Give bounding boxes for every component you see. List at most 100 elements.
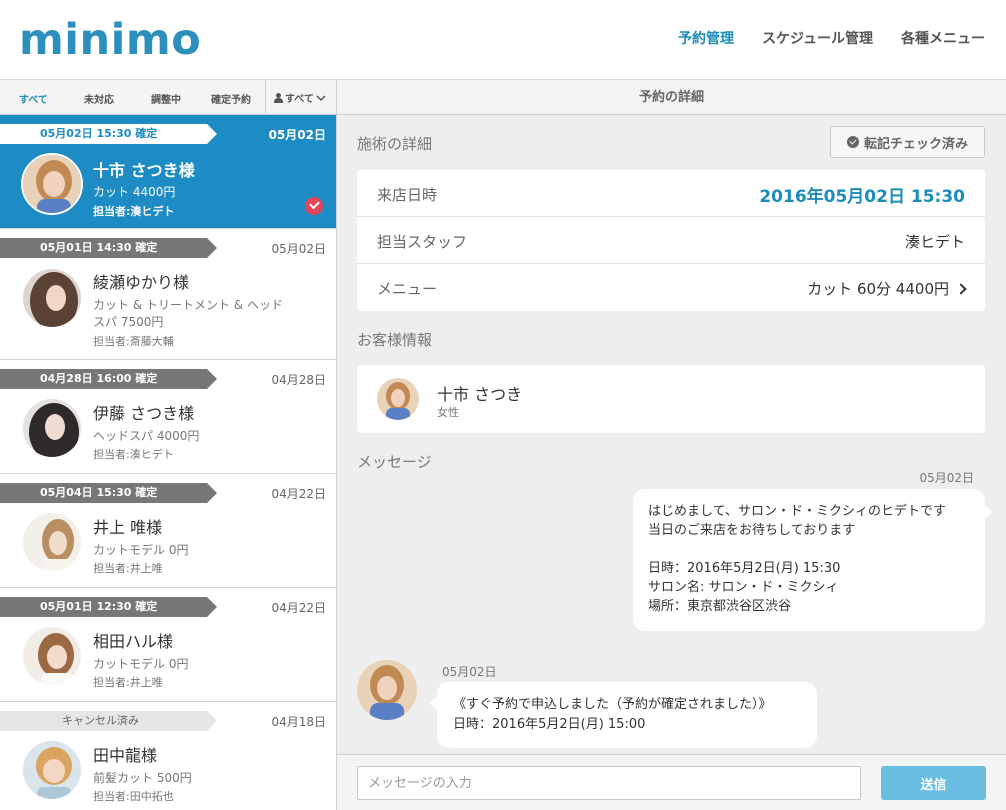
send-button[interactable]: 送信 [881, 766, 986, 800]
filter-all[interactable]: すべて [19, 91, 48, 106]
reservation-tag: 05月02日 15:30 確定 [0, 124, 217, 144]
menu-text: カットモデル 0円 [93, 657, 189, 671]
sender-avatar [357, 660, 417, 720]
filter-confirmed[interactable]: 確定予約 [211, 91, 251, 106]
reservation-item[interactable]: キャンセル済み 04月18日 田中龍様 前髪カット 500円 担当者:田中拓也 [0, 702, 336, 810]
staff-text: 担当者:井上唯 [93, 676, 163, 689]
menu-value: カット 60分 4400円 [807, 280, 949, 298]
chevron-down-icon [316, 94, 326, 101]
staff-text: 担当者:湊ヒデト [93, 205, 175, 218]
reservation-tag: 04月28日 16:00 確定 [0, 369, 217, 389]
reservation-date: 04月22日 [271, 601, 326, 615]
chevron-right-icon [955, 283, 967, 295]
customer-name: 田中龍様 [93, 746, 158, 765]
reservation-date: 04月28日 [271, 373, 326, 387]
staff-filter-dropdown[interactable]: すべて [274, 90, 326, 105]
message-line: 日時：2016年5月2日(月) 15:30 [648, 561, 841, 576]
person-icon [274, 92, 283, 103]
row-label: メニュー [377, 280, 438, 298]
reservation-item[interactable]: 04月28日 16:00 確定 04月28日 伊藤 さつき様 ヘッドスパ 400… [0, 360, 336, 474]
staff-text: 担当者:井上唯 [93, 562, 163, 575]
customer-name: 伊藤 さつき様 [93, 404, 195, 423]
customer-name: 十市 さつき様 [93, 161, 195, 180]
avatar [21, 267, 83, 329]
reservation-date: 04月18日 [271, 715, 326, 729]
message-line [648, 540, 970, 559]
reservation-detail-panel: 予約の詳細 施術の詳細 転記チェック済み 来店日時 2016年05月02日 15… [337, 80, 1006, 810]
message-line: 当日のご来店をお待ちしております [648, 523, 856, 538]
message-line: はじめまして、サロン・ド・ミクシィのヒデトです [648, 504, 946, 519]
nav-schedule[interactable]: スケジュール管理 [762, 29, 873, 49]
outgoing-message-bubble: はじめまして、サロン・ド・ミクシィのヒデトです 当日のご来店をお待ちしております… [633, 489, 993, 631]
avatar [21, 625, 83, 687]
staff-row: 担当スタッフ 湊ヒデト [357, 217, 985, 264]
avatar [21, 511, 83, 573]
customer-card[interactable]: 十市 さつき 女性 [357, 365, 985, 433]
visit-datetime-value: 2016年05月02日 15:30 [759, 187, 965, 207]
reservation-item[interactable]: 05月02日 15:30 確定 05月02日 十市 さつき様 カット 4400円… [0, 115, 336, 229]
treatment-section-title: 施術の詳細 [357, 135, 433, 153]
reservation-tag: 05月01日 14:30 確定 [0, 238, 217, 258]
transfer-check-button[interactable]: 転記チェック済み [830, 126, 985, 158]
staff-filter-label: すべて [285, 94, 314, 105]
detail-header: 予約の詳細 [337, 80, 1006, 115]
message-date: 05月02日 [919, 471, 974, 485]
message-line: 日時：2016年5月2日(月) 15:00 [453, 717, 646, 732]
customer-name: 井上 唯様 [93, 518, 163, 537]
divider [265, 80, 266, 115]
reservation-date: 05月02日 [271, 242, 326, 256]
customer-avatar [377, 378, 419, 420]
menu-text: カットモデル 0円 [93, 543, 189, 557]
menu-value-wrap: カット 60分 4400円 [807, 278, 967, 299]
reservation-date: 05月02日 [268, 128, 326, 142]
check-circle-icon [846, 136, 859, 148]
staff-value: 湊ヒデト [904, 233, 965, 251]
menu-text: カット 4400円 [93, 185, 176, 199]
row-label: 来店日時 [377, 186, 438, 204]
reservation-item[interactable]: 05月01日 12:30 確定 04月22日 相田ハル様 カットモデル 0円 担… [0, 588, 336, 702]
main-nav: 予約管理 スケジュール管理 各種メニュー [650, 29, 985, 49]
staff-text: 担当者:田中拓也 [93, 790, 174, 803]
nav-reservations[interactable]: 予約管理 [678, 29, 734, 49]
menu-text: ヘッドスパ 4000円 [93, 429, 200, 443]
filter-adjusting[interactable]: 調整中 [151, 91, 181, 106]
reservation-item[interactable]: 05月04日 15:30 確定 04月22日 井上 唯様 カットモデル 0円 担… [0, 474, 336, 588]
menu-text: カット & トリートメント & ヘッドスパ 7500円 [93, 298, 283, 329]
avatar [21, 153, 83, 215]
incoming-message-bubble: 《すぐ予約で申込しました（予約が確定されました）》 日時：2016年5月2日(月… [429, 682, 817, 748]
menu-text: 前髪カット 500円 [93, 771, 192, 785]
filter-unhandled[interactable]: 未対応 [84, 91, 114, 106]
customer-name: 綾瀬ゆかり様 [93, 273, 190, 292]
avatar [21, 739, 83, 801]
staff-text: 担当者:湊ヒデト [93, 448, 174, 461]
filter-bar: すべて 未対応 調整中 確定予約 すべて [0, 80, 336, 115]
message-input[interactable] [357, 766, 861, 800]
reservation-item[interactable]: 05月01日 14:30 確定 05月02日 綾瀬ゆかり様 カット & トリート… [0, 229, 336, 360]
app-header: minimo 予約管理 スケジュール管理 各種メニュー [0, 0, 1006, 80]
check-icon [305, 197, 323, 215]
reservation-tag: キャンセル済み [0, 711, 217, 731]
treatment-card: 来店日時 2016年05月02日 15:30 担当スタッフ 湊ヒデト メニュー … [357, 170, 985, 311]
message-section-title: メッセージ [357, 453, 432, 471]
visit-datetime-row: 来店日時 2016年05月02日 15:30 [357, 170, 985, 217]
reservation-date: 04月22日 [271, 487, 326, 501]
message-line: サロン名: サロン・ド・ミクシィ [648, 580, 839, 595]
message-composer: 送信 [337, 754, 1006, 810]
logo[interactable]: minimo [19, 12, 201, 68]
customer-section-title: お客様情報 [357, 331, 433, 349]
nav-menus[interactable]: 各種メニュー [901, 29, 985, 49]
customer-name: 十市 さつき [437, 385, 523, 404]
transfer-check-label: 転記チェック済み [863, 136, 968, 152]
reservation-tag: 05月04日 15:30 確定 [0, 483, 217, 503]
staff-text: 担当者:斎藤大輔 [93, 335, 174, 348]
customer-gender: 女性 [437, 406, 459, 419]
avatar [21, 397, 83, 459]
message-date: 05月02日 [442, 665, 497, 679]
reservation-list-panel: すべて 未対応 調整中 確定予約 すべて 05月02日 15:30 確定 05月… [0, 80, 337, 810]
message-line: 場所：東京都渋谷区渋谷 [648, 599, 792, 614]
menu-row[interactable]: メニュー カット 60分 4400円 [357, 264, 985, 311]
reservation-tag: 05月01日 12:30 確定 [0, 597, 217, 617]
message-line: 《すぐ予約で申込しました（予約が確定されました）》 [453, 697, 772, 712]
customer-name: 相田ハル様 [93, 632, 174, 651]
row-label: 担当スタッフ [377, 233, 468, 251]
